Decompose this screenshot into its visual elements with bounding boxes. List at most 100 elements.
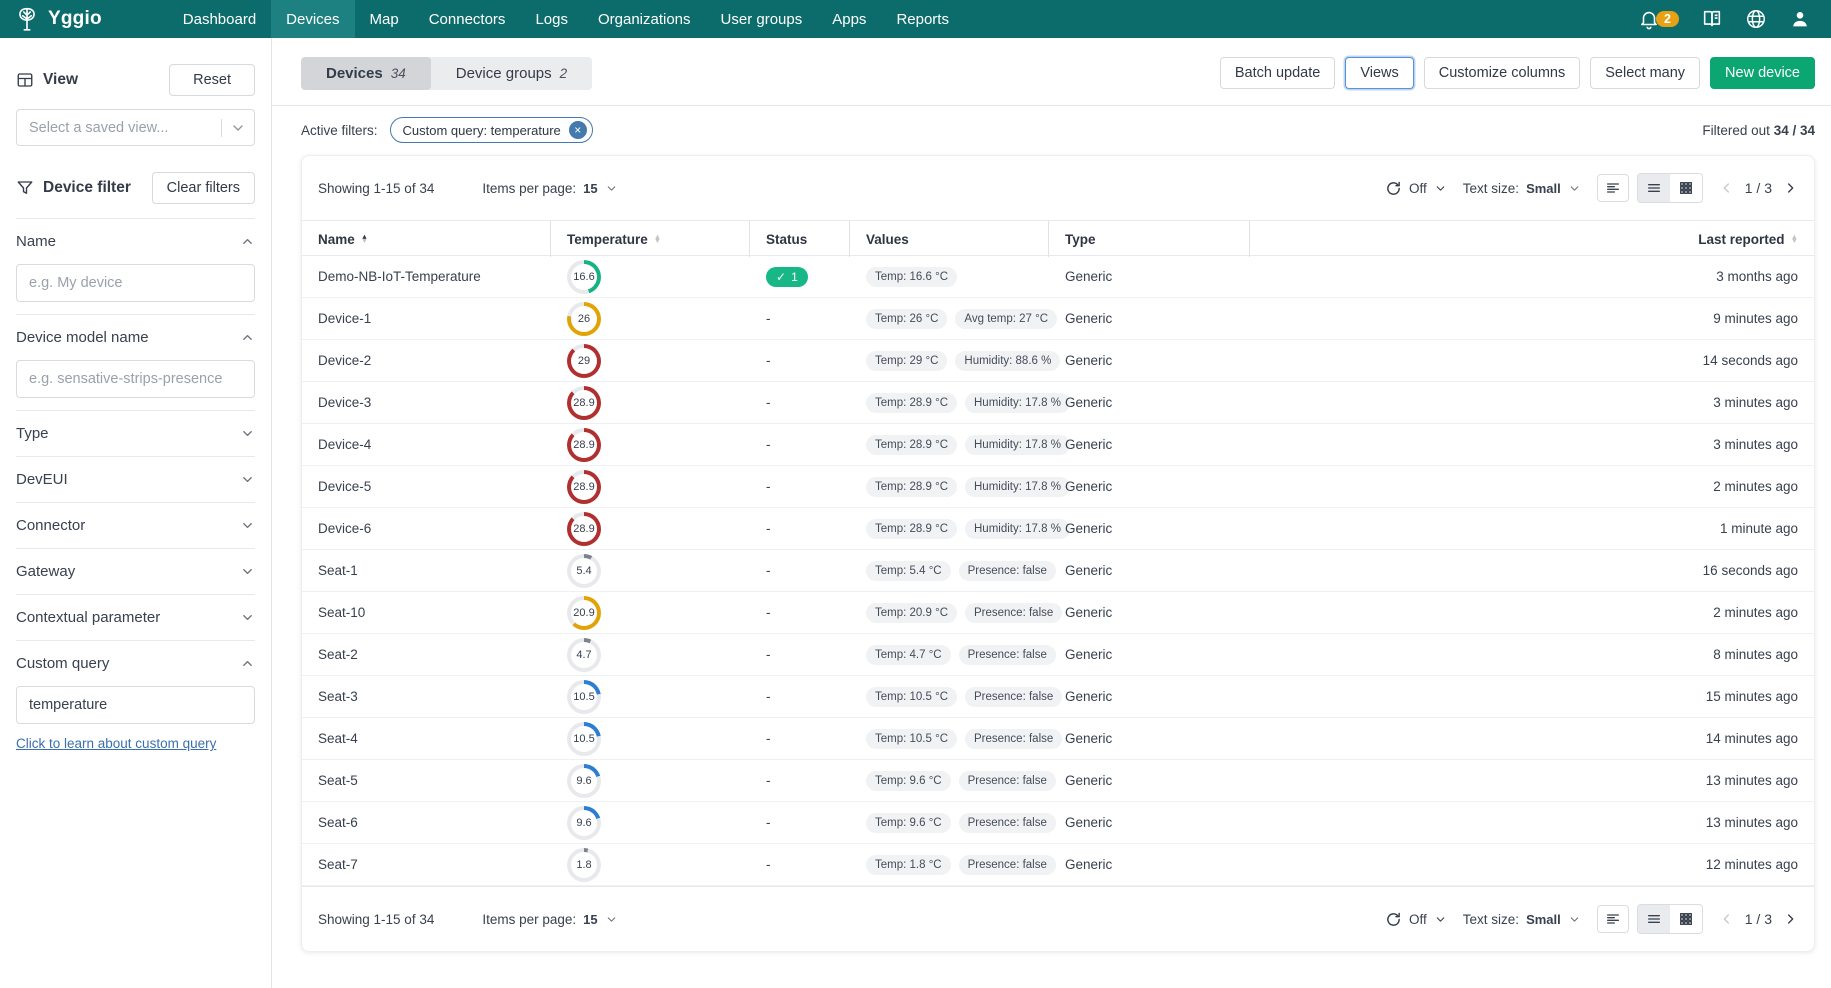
temperature-cell: 28.9 xyxy=(551,428,750,462)
nav-item-connectors[interactable]: Connectors xyxy=(414,0,521,38)
filter-section-type[interactable]: Type xyxy=(16,423,255,444)
next-page-button[interactable] xyxy=(1782,911,1798,927)
nav-item-logs[interactable]: Logs xyxy=(520,0,583,38)
device-name-cell[interactable]: Demo-NB-IoT-Temperature xyxy=(318,269,551,284)
filter-section-connector[interactable]: Connector xyxy=(16,515,255,536)
customize-columns-button[interactable]: Customize columns xyxy=(1424,57,1581,89)
table-row[interactable]: Seat-1020.9-Temp: 20.9 °CPresence: false… xyxy=(302,592,1814,634)
brand[interactable]: Yggio xyxy=(14,6,102,32)
table-row[interactable]: Device-628.9-Temp: 28.9 °CHumidity: 17.8… xyxy=(302,508,1814,550)
table-row[interactable]: Seat-24.7-Temp: 4.7 °CPresence: falseGen… xyxy=(302,634,1814,676)
nav-item-user-groups[interactable]: User groups xyxy=(706,0,818,38)
select-many-button[interactable]: Select many xyxy=(1590,57,1700,89)
device-name-cell[interactable]: Seat-6 xyxy=(318,815,551,830)
active-filter-chip[interactable]: Custom query: temperature× xyxy=(390,117,593,143)
auto-refresh-select[interactable]: Off xyxy=(1385,911,1447,928)
device-name-cell[interactable]: Seat-10 xyxy=(318,605,551,620)
device-model-name-input[interactable] xyxy=(16,360,255,398)
column-header-name[interactable]: Name▲▼ xyxy=(318,221,551,257)
list-view-button[interactable] xyxy=(1638,905,1670,933)
temperature-cell: 28.9 xyxy=(551,470,750,504)
chevron-left-icon xyxy=(1719,180,1735,196)
device-name-cell[interactable]: Seat-4 xyxy=(318,731,551,746)
nav-item-devices[interactable]: Devices xyxy=(271,0,354,38)
custom-query-input[interactable] xyxy=(16,686,255,724)
table-row[interactable]: Device-126-Temp: 26 °CAvg temp: 27 °CGen… xyxy=(302,298,1814,340)
column-header-last-reported[interactable]: Last reported▲▼ xyxy=(1628,221,1798,257)
device-name-cell[interactable]: Device-5 xyxy=(318,479,551,494)
table-row[interactable]: Demo-NB-IoT-Temperature16.6✓1Temp: 16.6 … xyxy=(302,256,1814,298)
filter-section-custom-query[interactable]: Custom query xyxy=(16,653,255,674)
text-size-select[interactable]: Text size:Small xyxy=(1463,912,1581,927)
chip-close-icon[interactable]: × xyxy=(569,121,587,139)
temperature-value: 28.9 xyxy=(571,474,597,500)
last-reported-cell: 13 minutes ago xyxy=(1628,773,1798,788)
clear-filters-button[interactable]: Clear filters xyxy=(152,172,255,204)
globe-icon[interactable] xyxy=(1745,8,1767,30)
column-header-values[interactable]: Values xyxy=(850,221,1049,257)
batch-update-button[interactable]: Batch update xyxy=(1220,57,1335,89)
nav-item-dashboard[interactable]: Dashboard xyxy=(168,0,271,38)
device-name-cell[interactable]: Device-1 xyxy=(318,311,551,326)
nav-item-apps[interactable]: Apps xyxy=(817,0,881,38)
reset-button[interactable]: Reset xyxy=(169,64,255,96)
filter-section-gateway[interactable]: Gateway xyxy=(16,561,255,582)
column-header-temperature[interactable]: Temperature▲▼ xyxy=(551,221,750,257)
filtered-out-text: Filtered out 34 / 34 xyxy=(1702,123,1815,138)
column-header-type[interactable]: Type xyxy=(1049,221,1250,257)
table-row[interactable]: Device-229-Temp: 29 °CHumidity: 88.6 %Ge… xyxy=(302,340,1814,382)
status-cell: - xyxy=(750,689,850,704)
user-icon[interactable] xyxy=(1789,8,1811,30)
device-name-cell[interactable]: Seat-3 xyxy=(318,689,551,704)
device-name-cell[interactable]: Device-6 xyxy=(318,521,551,536)
nav-item-reports[interactable]: Reports xyxy=(881,0,964,38)
items-per-page-select[interactable]: Items per page:15 xyxy=(482,912,617,927)
compact-view-button[interactable] xyxy=(1597,905,1629,933)
device-name-cell[interactable]: Seat-2 xyxy=(318,647,551,662)
table-row[interactable]: Seat-410.5-Temp: 10.5 °CPresence: falseG… xyxy=(302,718,1814,760)
auto-refresh-select[interactable]: Off xyxy=(1385,180,1447,197)
device-name-cell[interactable]: Device-3 xyxy=(318,395,551,410)
filter-section-name[interactable]: Name xyxy=(16,231,255,252)
table-row[interactable]: Seat-15.4-Temp: 5.4 °CPresence: falseGen… xyxy=(302,550,1814,592)
book-icon[interactable] xyxy=(1701,8,1723,30)
table-row[interactable]: Seat-69.6-Temp: 9.6 °CPresence: falseGen… xyxy=(302,802,1814,844)
notifications-button[interactable]: 2 xyxy=(1638,8,1679,30)
list-view-button[interactable] xyxy=(1638,174,1670,202)
filter-section-deveui[interactable]: DevEUI xyxy=(16,469,255,490)
prev-page-button[interactable] xyxy=(1719,911,1735,927)
table-row[interactable]: Device-528.9-Temp: 28.9 °CHumidity: 17.8… xyxy=(302,466,1814,508)
compact-view-button[interactable] xyxy=(1597,174,1629,202)
new-device-button[interactable]: New device xyxy=(1710,57,1815,89)
next-page-button[interactable] xyxy=(1782,180,1798,196)
text-size-select[interactable]: Text size:Small xyxy=(1463,181,1581,196)
temperature-gauge: 9.6 xyxy=(567,764,601,798)
device-name-cell[interactable]: Device-2 xyxy=(318,353,551,368)
grid-view-button[interactable] xyxy=(1670,174,1702,202)
device-name-cell[interactable]: Seat-1 xyxy=(318,563,551,578)
column-header-status[interactable]: Status xyxy=(750,221,850,257)
items-per-page-select[interactable]: Items per page:15 xyxy=(482,181,617,196)
table-body: Demo-NB-IoT-Temperature16.6✓1Temp: 16.6 … xyxy=(302,256,1814,886)
device-name-cell[interactable]: Device-4 xyxy=(318,437,551,452)
device-name-cell[interactable]: Seat-7 xyxy=(318,857,551,872)
filter-section-contextual-parameter[interactable]: Contextual parameter xyxy=(16,607,255,628)
prev-page-button[interactable] xyxy=(1719,180,1735,196)
nav-item-organizations[interactable]: Organizations xyxy=(583,0,706,38)
nav-item-map[interactable]: Map xyxy=(355,0,414,38)
filter-section-device-model-name[interactable]: Device model name xyxy=(16,327,255,348)
table-row[interactable]: Device-428.9-Temp: 28.9 °CHumidity: 17.8… xyxy=(302,424,1814,466)
saved-view-select[interactable]: Select a saved view... xyxy=(16,109,255,146)
table-row[interactable]: Seat-71.8-Temp: 1.8 °CPresence: falseGen… xyxy=(302,844,1814,886)
grid-view-button[interactable] xyxy=(1670,905,1702,933)
device-name-cell[interactable]: Seat-5 xyxy=(318,773,551,788)
tab-device-groups[interactable]: Device groups2 xyxy=(431,57,592,90)
name-input[interactable] xyxy=(16,264,255,302)
table-row[interactable]: Seat-59.6-Temp: 9.6 °CPresence: falseGen… xyxy=(302,760,1814,802)
custom-query-help-link[interactable]: Click to learn about custom query xyxy=(16,736,216,751)
views-button[interactable]: Views xyxy=(1345,57,1413,89)
tab-devices[interactable]: Devices34 xyxy=(301,57,431,90)
type-cell: Generic xyxy=(1049,395,1250,410)
table-row[interactable]: Device-328.9-Temp: 28.9 °CHumidity: 17.8… xyxy=(302,382,1814,424)
table-row[interactable]: Seat-310.5-Temp: 10.5 °CPresence: falseG… xyxy=(302,676,1814,718)
